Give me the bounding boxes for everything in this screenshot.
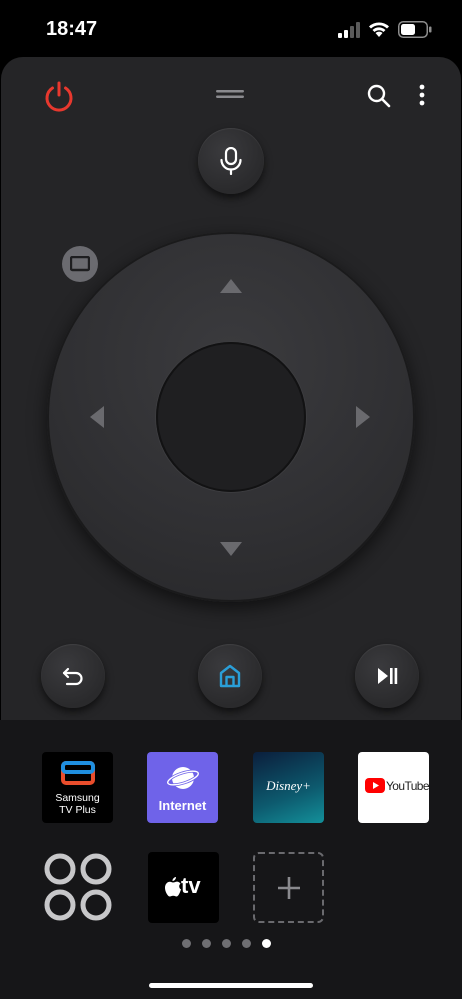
more-options-button[interactable]: [412, 82, 432, 110]
microphone-icon: [220, 147, 242, 175]
app-youtube-label: YouTube: [386, 779, 429, 793]
home-button[interactable]: [198, 644, 262, 708]
play-pause-button[interactable]: [355, 644, 419, 708]
dpad-ok-button[interactable]: [156, 342, 306, 492]
page-dot[interactable]: [222, 939, 231, 948]
app-youtube[interactable]: YouTube: [358, 752, 429, 823]
app-apple-tv[interactable]: tv: [148, 852, 219, 923]
page-indicator[interactable]: [182, 939, 271, 949]
arrow-right-icon[interactable]: [356, 406, 370, 428]
more-vertical-icon: [419, 84, 425, 106]
drag-handle[interactable]: [216, 87, 244, 99]
voice-button[interactable]: [198, 128, 264, 194]
app-internet[interactable]: Internet: [147, 752, 218, 823]
battery-icon: [398, 21, 432, 38]
page-dot-active[interactable]: [262, 939, 271, 948]
power-button[interactable]: [42, 80, 76, 114]
search-icon: [367, 84, 391, 108]
power-icon: [45, 81, 73, 112]
add-app-button[interactable]: [253, 852, 324, 923]
app-internet-label: Internet: [158, 798, 207, 813]
apps-grid-icon: [44, 853, 112, 921]
status-time: 18:47: [46, 18, 98, 40]
status-bar: 18:47: [0, 0, 462, 58]
app-apple-tv-label: tv: [181, 873, 201, 898]
wifi-icon: [368, 20, 390, 38]
arrow-up-icon[interactable]: [220, 279, 242, 293]
source-button[interactable]: [62, 246, 98, 282]
page-dot[interactable]: [182, 939, 191, 948]
all-apps-button[interactable]: [42, 851, 114, 923]
app-disney-plus-label: Disney+: [266, 778, 311, 793]
signal-icon: [338, 22, 360, 38]
page-dot[interactable]: [242, 939, 251, 948]
home-indicator[interactable]: [149, 983, 313, 988]
home-icon: [219, 664, 241, 688]
app-disney-plus[interactable]: Disney+: [253, 752, 324, 823]
app-samsung-tv-plus-label: Samsung TV Plus: [55, 792, 100, 816]
play-pause-icon: [378, 668, 398, 684]
drag-handle-icon: [216, 90, 244, 98]
search-button[interactable]: [366, 83, 392, 109]
source-input-icon: [70, 256, 90, 272]
plus-icon: [278, 877, 300, 899]
apple-logo-icon: [165, 877, 181, 897]
back-icon: [62, 667, 83, 686]
arrow-left-icon[interactable]: [90, 406, 104, 428]
youtube-play-icon: [365, 778, 385, 793]
internet-planet-icon: [166, 767, 200, 789]
app-samsung-tv-plus[interactable]: Samsung TV Plus: [42, 752, 113, 823]
page-dot[interactable]: [202, 939, 211, 948]
back-button[interactable]: [41, 644, 105, 708]
arrow-down-icon[interactable]: [220, 542, 242, 556]
samsung-tv-plus-logo-icon: [61, 761, 95, 785]
